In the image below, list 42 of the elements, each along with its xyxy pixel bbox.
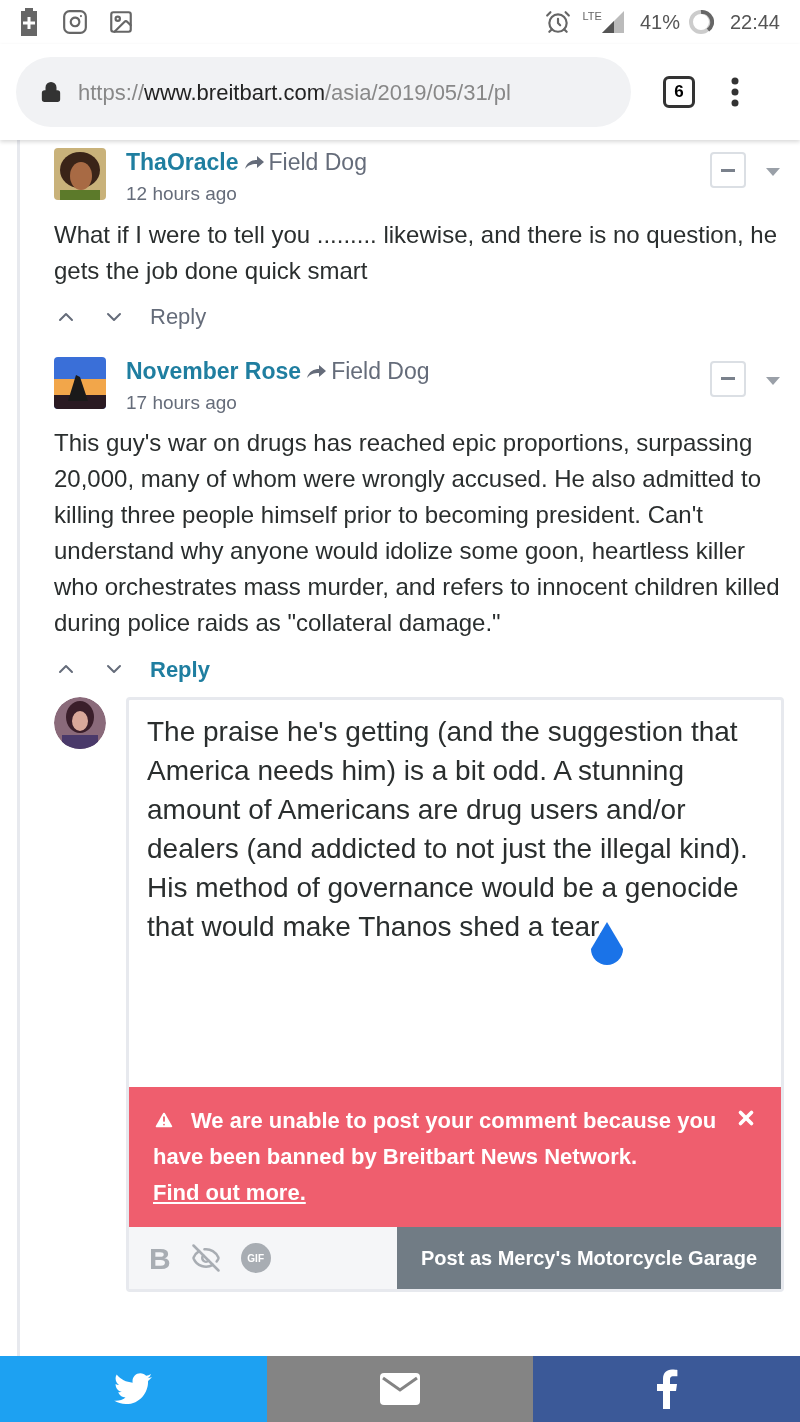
comment-time: 12 hours ago	[126, 182, 238, 206]
comment-input-field[interactable]: The praise he's getting (and the suggestion that America needs him) is a bit odd. A stunning amount of Americans are drug users and/or dealers (and addicted to not just the illegal kind). His method of governance would be a genocide that would make Thanos shed a tear.	[129, 700, 781, 1087]
url-text: https://www.breitbart.com/asia/2019/05/31/pl	[78, 78, 511, 107]
minus-icon	[721, 168, 735, 172]
mail-icon	[380, 1373, 420, 1405]
find-out-more-link[interactable]: Find out more.	[153, 1180, 306, 1205]
comment-body: This guy's war on drugs has reached epic proportions, surpassing 20,000, many of whom were wrongly accused. He also admitted to killing three people himself prior to becoming president. Can't understand why anyone would idolize some goon, heartless killer who orchestrates mass murder, and refers to innocent children killed during police raids as "collateral damage."	[54, 428, 780, 638]
address-bar[interactable]: https://www.breitbart.com/asia/2019/05/31/pl	[16, 57, 631, 127]
reply-link[interactable]: Reply	[150, 300, 207, 333]
dropdown-caret-icon[interactable]	[766, 376, 780, 385]
battery-charging-icon	[20, 8, 38, 36]
share-arrow-icon	[305, 362, 328, 379]
lock-icon	[40, 81, 62, 103]
twitter-share-button[interactable]	[0, 1356, 267, 1422]
minus-icon	[721, 377, 735, 380]
battery-percent: 41%	[639, 10, 680, 35]
battery-ring-icon	[687, 9, 714, 35]
alarm-icon	[544, 9, 571, 35]
error-message: We are unable to post your comment because you have been banned by Breitbart News Network. Find out more.	[153, 1107, 718, 1207]
menu-icon[interactable]	[731, 77, 739, 107]
tab-count-button[interactable]: 6	[663, 76, 695, 108]
comment-author[interactable]: November Rose	[126, 356, 302, 385]
spoiler-icon[interactable]	[190, 1243, 221, 1273]
signal-icon	[601, 11, 624, 33]
reply-to-name[interactable]: Field Dog	[331, 356, 430, 385]
clock: 22:44	[729, 10, 780, 35]
comment-author[interactable]: ThaOracle	[126, 148, 239, 176]
collapse-button[interactable]	[710, 360, 746, 397]
facebook-share-button[interactable]	[533, 1356, 800, 1422]
image-icon	[108, 9, 134, 35]
comment-body: What if I were to tell you ......... likewise, and there is no question, he gets the job done quick smart	[54, 219, 779, 286]
comment-time: 17 hours ago	[126, 390, 238, 415]
bird-icon	[114, 1373, 153, 1405]
instagram-icon	[62, 9, 88, 35]
dropdown-caret-icon[interactable]	[766, 168, 780, 176]
network-type: LTE	[582, 9, 602, 24]
facebook-icon	[655, 1369, 678, 1409]
post-button[interactable]: Post as Mercy's Motorcycle Garage	[397, 1227, 781, 1289]
email-share-button[interactable]	[266, 1356, 534, 1422]
reply-link[interactable]: Reply	[150, 652, 210, 686]
reply-to-name[interactable]: Field Dog	[268, 148, 367, 176]
collapse-button[interactable]	[710, 152, 746, 188]
